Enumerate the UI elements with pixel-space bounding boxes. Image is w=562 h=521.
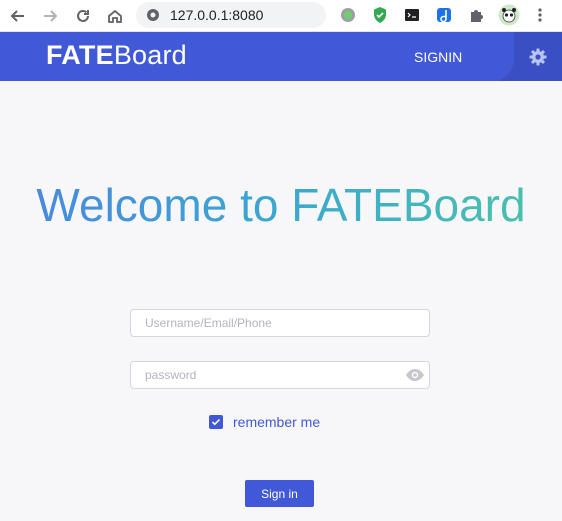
logo-bold-text: FATE [46, 40, 114, 70]
browser-toolbar: 127.0.0.1:8080 [0, 0, 562, 32]
site-info-icon[interactable] [144, 6, 162, 24]
app-header: FATEBoard SIGNIN [0, 32, 562, 81]
remember-me[interactable]: remember me [209, 414, 320, 430]
logo[interactable]: FATEBoard [46, 40, 187, 71]
puzzle-icon[interactable] [466, 5, 486, 25]
remember-checkbox[interactable] [209, 415, 223, 429]
header-signin-link[interactable]: SIGNIN [414, 49, 462, 65]
profile-avatar-icon[interactable] [498, 4, 520, 26]
back-arrow-icon[interactable] [6, 4, 30, 28]
forward-arrow-icon[interactable] [38, 4, 62, 28]
extension-shield-icon[interactable] [370, 5, 390, 25]
extension-green-circle-icon[interactable] [338, 5, 358, 25]
more-menu-icon[interactable] [530, 5, 550, 25]
welcome-heading: Welcome to FATEBoard [0, 178, 562, 232]
reload-icon[interactable] [71, 4, 95, 28]
remember-label: remember me [233, 414, 321, 430]
home-icon[interactable] [103, 4, 127, 28]
extension-terminal-icon[interactable] [402, 5, 422, 25]
url-text: 127.0.0.1:8080 [170, 7, 264, 23]
password-input[interactable] [130, 361, 430, 389]
logo-regular-text: Board [113, 40, 187, 70]
address-bar[interactable]: 127.0.0.1:8080 [136, 2, 326, 28]
extension-d-icon[interactable] [434, 5, 454, 25]
username-input[interactable] [130, 309, 430, 337]
eye-icon[interactable] [405, 367, 425, 383]
signin-button[interactable]: Sign in [245, 480, 314, 507]
gear-icon[interactable] [528, 47, 548, 67]
